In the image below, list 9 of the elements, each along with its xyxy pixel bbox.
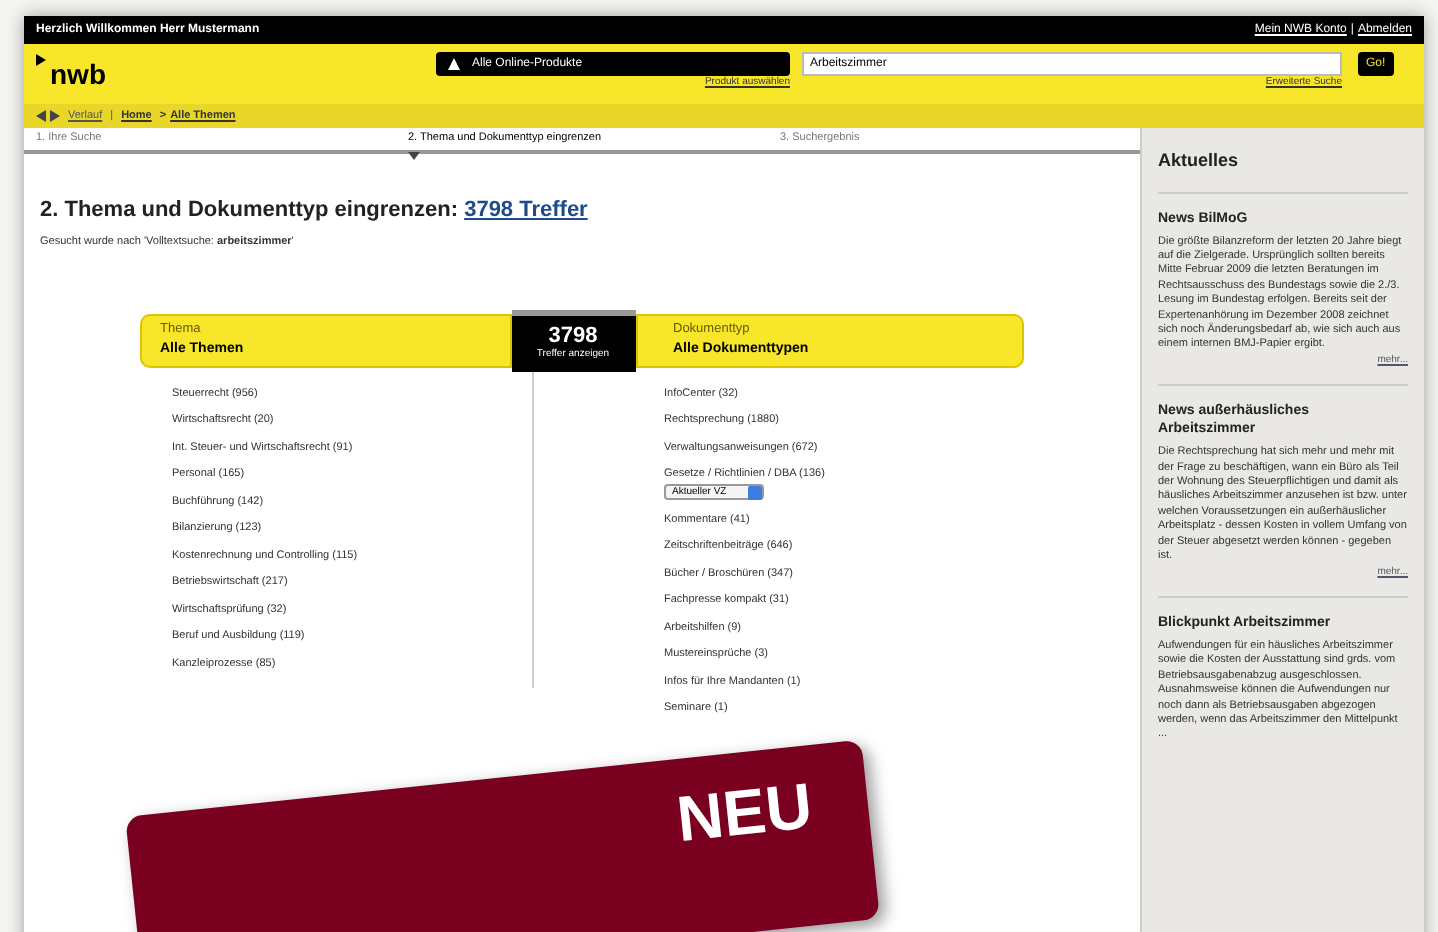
step-marker-icon: [408, 152, 420, 160]
triangle-icon: [448, 58, 460, 70]
page-heading: 2. Thema und Dokumenttyp eingrenzen: 3798 Treffer: [40, 196, 590, 226]
back-forward-icon[interactable]: [36, 110, 60, 122]
results-link[interactable]: 3798 Treffer: [464, 198, 588, 222]
logo: nwb: [50, 60, 106, 88]
play-icon: [36, 54, 46, 66]
stepper-icon: [748, 485, 762, 500]
sidebar-title: Aktuelles: [1158, 148, 1408, 193]
